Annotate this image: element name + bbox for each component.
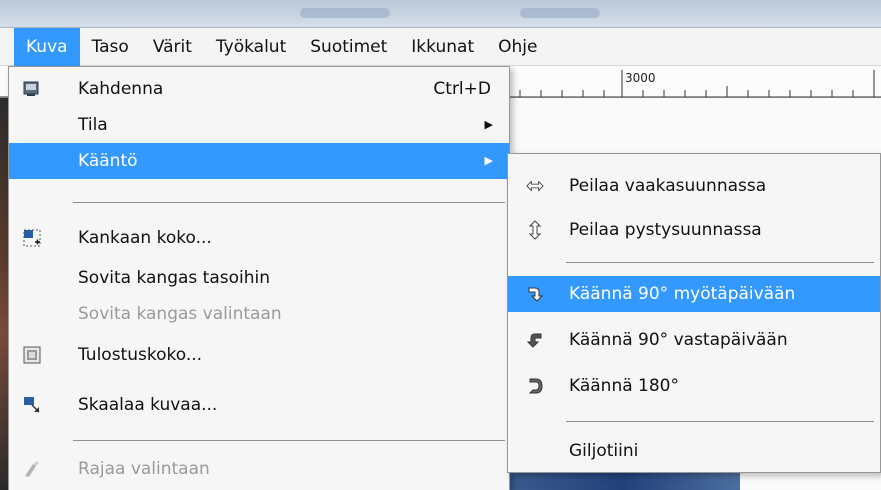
menu-item-scale-image[interactable]: Skaalaa kuvaa...: [9, 387, 509, 423]
guillotine-label: Giljotiini: [569, 441, 639, 461]
menu-item-rotate-ccw[interactable]: Käännä 90° vastapäivään: [508, 322, 880, 358]
menu-ikkunat[interactable]: Ikkunat: [399, 28, 486, 66]
fit-canvas-selection-label: Sovita kangas valintaan: [78, 304, 282, 324]
menu-item-rotate-180[interactable]: Käännä 180°: [508, 368, 880, 404]
flip-vertical-icon: [526, 220, 544, 240]
menu-ohje[interactable]: Ohje: [486, 28, 549, 66]
window-titlebar: [0, 0, 881, 28]
menu-item-print-size[interactable]: Tulostuskoko...: [9, 337, 509, 373]
rotate-180-label: Käännä 180°: [569, 376, 680, 396]
menu-item-duplicate[interactable]: Kahdenna Ctrl+D: [9, 71, 509, 107]
print-size-label: Tulostuskoko...: [78, 345, 203, 365]
menu-suotimet[interactable]: Suotimet: [298, 28, 399, 66]
crop-selection-label: Rajaa valintaan: [78, 459, 210, 479]
menu-item-canvas-size[interactable]: Kankaan koko...: [9, 220, 509, 256]
mode-label: Tila: [78, 115, 108, 135]
flip-horizontal-label: Peilaa vaakasuunnassa: [569, 176, 767, 196]
menu-item-fit-canvas-selection: Sovita kangas valintaan: [9, 296, 509, 332]
duplicate-shortcut: Ctrl+D: [433, 79, 491, 99]
duplicate-label: Kahdenna: [78, 79, 164, 99]
flip-vertical-label: Peilaa pystysuunnassa: [569, 220, 762, 240]
separator: [566, 421, 874, 422]
menu-item-mode[interactable]: Tila ▶: [9, 107, 509, 143]
menu-kuva[interactable]: Kuva: [14, 27, 80, 66]
titlebar-blur: [520, 8, 600, 18]
separator: [73, 440, 505, 441]
titlebar-blur: [300, 8, 390, 18]
screen: Kuva Taso Värit Työkalut Suotimet Ikkuna…: [0, 0, 881, 490]
menu-item-fit-canvas-layers[interactable]: Sovita kangas tasoihin: [9, 260, 509, 296]
menu-taso[interactable]: Taso: [80, 28, 141, 66]
image-menu: Kahdenna Ctrl+D Tila ▶ Kääntö ▶ Kankaan …: [8, 66, 510, 490]
crop-icon: [23, 460, 41, 478]
rotate-cw-icon: [526, 285, 544, 303]
menu-item-guillotine[interactable]: Giljotiini: [508, 433, 880, 469]
submenu-arrow-icon: ▶: [484, 118, 493, 131]
menu-tyokalut[interactable]: Työkalut: [204, 28, 298, 66]
photo-edge: [0, 98, 8, 490]
flip-horizontal-icon: [526, 177, 544, 195]
menu-bar: Kuva Taso Värit Työkalut Suotimet Ikkuna…: [0, 27, 881, 66]
menu-item-rotate-cw[interactable]: Käännä 90° myötäpäivään: [508, 276, 880, 312]
menu-item-flip-vertical[interactable]: Peilaa pystysuunnassa: [508, 212, 880, 248]
menu-item-transform[interactable]: Kääntö ▶: [9, 143, 509, 179]
submenu-arrow-icon: ▶: [484, 154, 493, 167]
scale-image-label: Skaalaa kuvaa...: [78, 395, 218, 415]
scale-image-icon: [23, 396, 41, 414]
menu-item-flip-horizontal[interactable]: Peilaa vaakasuunnassa: [508, 168, 880, 204]
rotate-180-icon: [526, 377, 544, 395]
duplicate-icon: [23, 80, 41, 98]
print-size-icon: [23, 346, 41, 364]
fit-canvas-layers-label: Sovita kangas tasoihin: [78, 268, 271, 288]
rotate-ccw-label: Käännä 90° vastapäivään: [569, 330, 788, 350]
canvas-size-icon: [23, 229, 41, 247]
separator: [73, 202, 505, 203]
canvas-size-label: Kankaan koko...: [78, 228, 212, 248]
transform-submenu: Peilaa vaakasuunnassa Peilaa pystysuunna…: [507, 153, 881, 473]
separator: [566, 262, 874, 263]
menu-item-crop-selection: Rajaa valintaan: [9, 451, 509, 487]
rotate-cw-label: Käännä 90° myötäpäivään: [569, 284, 796, 304]
transform-label: Kääntö: [78, 151, 138, 171]
rotate-ccw-icon: [526, 331, 544, 349]
menu-varit[interactable]: Värit: [141, 28, 204, 66]
ruler-label: 3000: [625, 71, 656, 85]
